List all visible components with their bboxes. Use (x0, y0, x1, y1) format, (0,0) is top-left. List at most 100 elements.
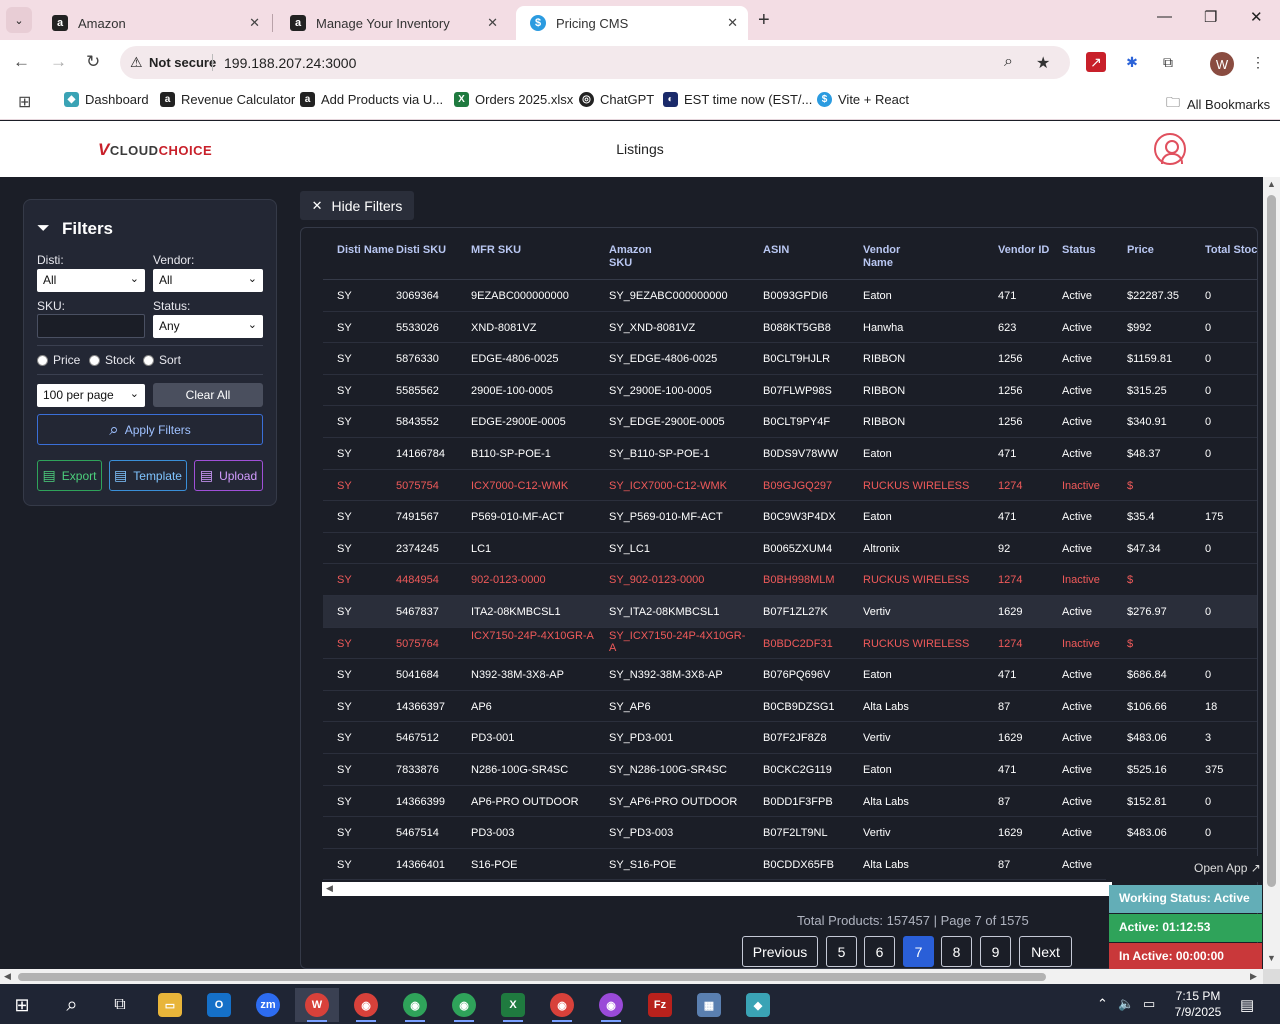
close-tab-icon[interactable]: ✕ (487, 15, 498, 31)
column-header[interactable]: MFR SKU (471, 244, 531, 257)
scroll-left-icon[interactable]: ◀ (4, 971, 11, 982)
extensions-icon[interactable]: ⧉ (1158, 52, 1178, 72)
page-button-9[interactable]: 9 (980, 936, 1011, 967)
new-tab-icon[interactable]: + (758, 9, 770, 32)
chrome-icon[interactable]: W (295, 988, 339, 1022)
security-label[interactable]: Not secure (149, 55, 216, 70)
bookmark-est-time[interactable]: ◐ EST time now (EST/... (663, 92, 812, 107)
outlook-icon[interactable]: O (197, 988, 241, 1022)
next-button[interactable]: Next (1019, 936, 1072, 967)
chrome-profile-3-icon[interactable]: ◉ (393, 988, 437, 1022)
tab-pricing-cms[interactable]: $ Pricing CMS ✕ (516, 6, 748, 40)
extension-pdf-icon[interactable]: ↗ (1086, 52, 1106, 72)
zoom-app-icon[interactable]: zm (246, 988, 290, 1022)
minimize-icon[interactable]: — (1157, 8, 1172, 25)
page-button-6[interactable]: 6 (864, 936, 895, 967)
page-horizontal-scrollbar[interactable]: ◀ ▶ (0, 969, 1263, 984)
all-bookmarks[interactable]: 🗀 All Bookmarks (1166, 92, 1270, 116)
search-icon[interactable]: ⌕ (50, 988, 94, 1022)
scroll-down-icon[interactable]: ▼ (1267, 953, 1276, 963)
open-app-link[interactable]: Open App ↗ (1106, 856, 1262, 882)
task-view-icon[interactable]: ⧉ (98, 988, 142, 1022)
chrome-profile-2-icon[interactable]: ◉ (344, 988, 388, 1022)
user-profile-icon[interactable] (1154, 133, 1186, 165)
table-row[interactable]: SY 7491567 P569-010-MF-ACT SY_P569-010-MF-A… (323, 501, 1257, 533)
table-row[interactable]: SY 5467837 ITA2-08KMBCSL1 SY_ITA2-08KMBCSL1… (323, 595, 1257, 628)
apply-filters-button[interactable]: ⌕ Apply Filters (37, 414, 263, 445)
hide-filters-button[interactable]: ✕ Hide Filters (300, 191, 414, 220)
close-window-icon[interactable]: ✕ (1250, 8, 1263, 26)
table-row[interactable]: SY 7833876 N286-100G-SR4SC SY_N286-100G-SR4… (323, 754, 1257, 786)
sku-input[interactable] (37, 314, 145, 338)
column-header[interactable]: Disti SKU (396, 244, 456, 257)
table-row[interactable]: SY 5041684 N392-38M-3X8-AP SY_N392-38M-3X8-… (323, 659, 1257, 691)
zoom-icon[interactable]: ⌕ (1004, 53, 1013, 71)
radio-price[interactable]: Price (37, 353, 80, 367)
scroll-right-icon[interactable]: ▶ (1250, 971, 1257, 982)
table-row[interactable]: SY 5843552 EDGE-2900E-0005 SY_EDGE-2900E-00… (323, 406, 1257, 438)
chrome-profile-6-icon[interactable]: ◉ (589, 988, 633, 1022)
bookmark-chatgpt[interactable]: ◎ ChatGPT (579, 92, 654, 107)
page-button-7-current[interactable]: 7 (903, 936, 934, 967)
reload-icon[interactable]: ↻ (86, 52, 100, 72)
previous-button[interactable]: Previous (742, 936, 818, 967)
address-bar[interactable]: ⚠ Not secure 199.188.207.24:3000 ⌕ ★ (120, 46, 1070, 79)
table-row[interactable]: SY 14166784 B110-SP-POE-1 SY_B110-SP-POE-1 B… (323, 438, 1257, 470)
clear-all-button[interactable]: Clear All (153, 383, 263, 407)
per-page-select[interactable]: 100 per page ⌄ (37, 384, 145, 407)
forward-icon[interactable]: → (50, 52, 67, 72)
bookmark-vite-react[interactable]: $ Vite + React (817, 92, 909, 107)
file-explorer-icon[interactable]: ▭ (148, 988, 192, 1022)
scroll-left-icon[interactable]: ◀ (326, 883, 333, 894)
notifications-icon[interactable]: ▤ (1240, 996, 1254, 1014)
page-button-8[interactable]: 8 (941, 936, 972, 967)
volume-icon[interactable]: 🔈 (1118, 996, 1134, 1012)
profile-avatar[interactable]: W (1210, 52, 1234, 76)
disti-select[interactable]: All ⌄ (37, 269, 145, 292)
page-vertical-scrollbar[interactable]: ▲ ▼ (1263, 177, 1280, 969)
browser-menu-icon[interactable]: ⋮ (1248, 52, 1268, 72)
scrollbar-thumb[interactable] (18, 973, 1046, 981)
table-row[interactable]: SY 5533026 XND-8081VZ SY_XND-8081VZ B088KT5G… (323, 312, 1257, 344)
tray-chevron-up-icon[interactable]: ⌃ (1097, 996, 1108, 1012)
table-row[interactable]: SY 5467512 PD3-001 SY_PD3-001 B07F2JF8Z8 Vert… (323, 722, 1257, 754)
table-row[interactable]: SY 5075754 ICX7000-C12-WMK SY_ICX7000-C12-W… (323, 470, 1257, 502)
table-row[interactable]: SY 3069364 9EZABC000000000 SY_9EZABC0000000… (323, 280, 1257, 312)
filezilla-icon[interactable]: Fz (638, 988, 682, 1022)
table-row[interactable]: SY 2374245 LC1 SY_LC1 B0065ZXUM4 Altronix 92 Ac… (323, 533, 1257, 565)
page-button-5[interactable]: 5 (826, 936, 857, 967)
excel-icon[interactable]: X (491, 988, 535, 1022)
close-tab-icon[interactable]: ✕ (249, 15, 260, 31)
system-clock[interactable]: 7:15 PM 7/9/2025 (1170, 988, 1226, 1020)
column-header[interactable]: Amazon SKU (609, 244, 669, 270)
chrome-profile-5-icon[interactable]: ◉ (540, 988, 584, 1022)
close-tab-icon[interactable]: ✕ (727, 15, 738, 31)
column-header[interactable]: Total Stock (1205, 244, 1257, 257)
table-row[interactable]: SY 14366399 AP6-PRO OUTDOOR SY_AP6-PRO OUTD… (323, 786, 1257, 818)
column-header[interactable]: Vendor Name (863, 244, 923, 270)
bookmark-revenue-calculator[interactable]: a Revenue Calculator (160, 92, 295, 107)
windows-start-icon[interactable]: ⊞ (0, 988, 44, 1022)
back-icon[interactable]: ← (13, 52, 30, 72)
column-header[interactable]: Price (1127, 244, 1187, 257)
apps-grid-icon[interactable]: ⊞ (18, 92, 31, 112)
calculator-icon[interactable]: ▦ (687, 988, 731, 1022)
restore-icon[interactable]: ❐ (1204, 8, 1217, 26)
export-button[interactable]: ▤ Export (37, 460, 102, 491)
table-row[interactable]: SY 5467514 PD3-003 SY_PD3-003 B07F2LT9NL Vert… (323, 817, 1257, 849)
tab-amazon[interactable]: a Amazon ✕ (38, 6, 270, 40)
column-header[interactable]: Disti Name (337, 244, 397, 257)
tab-search-dropdown[interactable]: ⌄ (6, 7, 32, 33)
table-row[interactable]: SY 14366397 AP6 SY_AP6 B0CB9DZSG1 Alta Labs 87… (323, 691, 1257, 723)
url-text[interactable]: 199.188.207.24:3000 (224, 55, 356, 71)
scroll-up-icon[interactable]: ▲ (1267, 179, 1276, 189)
scrollbar-thumb[interactable] (1267, 195, 1276, 887)
table-row[interactable]: SY 5876330 EDGE-4806-0025 SY_EDGE-4806-0025… (323, 343, 1257, 375)
radio-sort[interactable]: Sort (143, 353, 181, 367)
vendor-select[interactable]: All ⌄ (153, 269, 263, 292)
table-row[interactable]: SY 5075764 ICX7150-24P-4X10GR-A SY_ICX7150-… (323, 628, 1257, 660)
app-diamond-icon[interactable]: ◆ (736, 988, 780, 1022)
upload-button[interactable]: ▤ Upload (194, 460, 263, 491)
network-icon[interactable]: ▭ (1143, 996, 1155, 1012)
table-row[interactable]: SY 4484954 902-0123-0000 SY_902-0123-0000 B0… (323, 564, 1257, 596)
